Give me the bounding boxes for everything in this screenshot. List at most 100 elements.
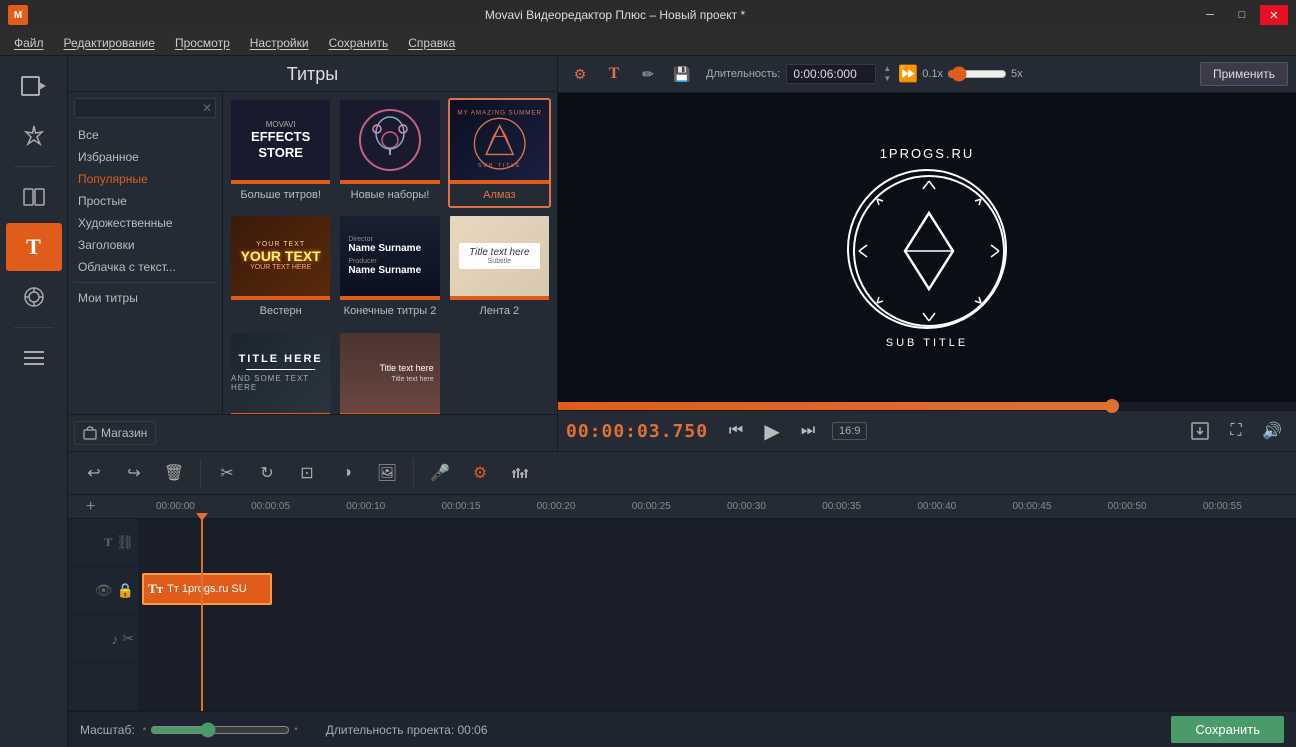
preview-content: 1PROGS.RU [558,93,1296,402]
preview-save-btn[interactable]: 💾 [668,60,696,88]
cat-popular[interactable]: Популярные [68,168,222,190]
cat-all[interactable]: Все [68,124,222,146]
search-clear-icon[interactable]: ✕ [202,101,212,115]
track-scissors-icon[interactable]: ✂ [122,630,134,647]
cat-favorites[interactable]: Избранное [68,146,222,168]
title-card-endcredits[interactable]: Director Name Surname Producer Name Surn… [338,214,441,324]
card-thumb-simpletext: Title text here Title text here [340,333,439,413]
track-link-icon[interactable]: ⛓ [116,534,134,551]
menu-view[interactable]: Просмотр [165,33,240,53]
volume-button[interactable]: 🔊 [1256,415,1288,447]
title-clip-label: Тт 1progs.ru SU [167,583,247,595]
preview-progress-fill [558,402,1112,410]
play-button[interactable]: ▶ [756,415,788,447]
mic-button[interactable]: 🎤 [422,455,458,491]
menubar: Файл Редактирование Просмотр Настройки С… [0,30,1296,56]
title-clip[interactable]: Тт Тт 1progs.ru SU [142,573,272,605]
export-button[interactable] [1184,415,1216,447]
titles-body: ✕ Все Избранное Популярные Простые Худож… [68,92,557,414]
scale-slider-container: ▪ ▪ [143,722,298,738]
timeline-area: + 00:00:00 00:00:05 00:00:10 00:00:15 00… [68,495,1296,711]
title-card-minimalism[interactable]: TITLE HERE AND SOME TEXT HERE Минимализм… [229,331,332,414]
duration-input[interactable] [786,64,876,84]
bottom-bar: Масштаб: ▪ ▪ Длительность проекта: 00:06… [68,711,1296,747]
undo-button[interactable]: ↩ [76,455,112,491]
sidebar-separator-1 [14,166,54,167]
speed-icon: ⏩ [898,64,918,84]
cat-artistic[interactable]: Художественные [68,212,222,234]
skip-back-button[interactable]: ⏮ [720,415,752,447]
duration-spin: ▲ ▼ [882,64,892,84]
toolbar-sep-2 [413,459,414,487]
audio-eq-button[interactable] [502,455,538,491]
scale-max-icon[interactable]: ▪ [294,724,298,735]
track-content-title[interactable]: Тт Тт 1progs.ru SU [138,567,1296,614]
scale-min-icon[interactable]: ▪ [143,724,147,735]
title-card-newsets[interactable]: Новые наборы! [338,98,441,208]
title-card-almas[interactable]: MY AMAZING SUMMER [448,98,551,208]
fullscreen-button[interactable]: ⛶ [1220,415,1252,447]
title-card-store[interactable]: MOVAVI EFFECTSSTORE Больше титров! [229,98,332,208]
track-content-text[interactable] [138,519,1296,566]
content-area: Титры ✕ Все Избранное Популярные Простые… [68,56,1296,747]
add-track-icon[interactable]: + [86,498,95,516]
crop-button[interactable]: ⊡ [289,455,325,491]
maximize-button[interactable]: □ [1228,5,1256,25]
cat-speech[interactable]: Облачка с текст... [68,256,222,278]
track-eye-icon[interactable]: 👁 [95,582,113,599]
color-button[interactable]: ◑ [329,455,365,491]
settings-button[interactable]: ⚙ [462,455,498,491]
title-card-simpletext[interactable]: Title text here Title text here Простой … [338,331,441,414]
duration-area: Длительность: ▲ ▼ ⏩ 0.1x 5x [706,64,1194,84]
upper-area: Титры ✕ Все Избранное Популярные Простые… [68,56,1296,451]
preview-text-btn[interactable]: T [600,60,628,88]
image-button[interactable]: 🖼 [369,455,405,491]
toolbar-sep-1 [200,459,201,487]
menu-help[interactable]: Справка [398,33,465,53]
shop-label: Магазин [101,426,147,440]
scale-slider[interactable] [150,722,290,738]
skip-forward-button[interactable]: ⏭ [792,415,824,447]
menu-settings[interactable]: Настройки [240,33,319,53]
app-icon: M [8,5,28,25]
sidebar-btn-video[interactable] [6,62,62,110]
close-button[interactable]: ✕ [1260,5,1288,25]
preview-diamond: 1PROGS.RU [847,146,1007,349]
save-button[interactable]: Сохранить [1171,716,1284,743]
cat-my[interactable]: Мои титры [68,287,222,309]
menu-edit[interactable]: Редактирование [54,33,165,53]
minimize-button[interactable]: ─ [1196,5,1224,25]
card-label-almas: Алмаз [450,184,549,206]
track-content-audio[interactable] [138,615,1296,662]
cat-headings[interactable]: Заголовки [68,234,222,256]
edit-toolbar: ↩ ↪ 🗑 ✂ ↻ ⊡ ◑ 🖼 🎤 ⚙ [68,451,1296,495]
redo-button[interactable]: ↪ [116,455,152,491]
preview-brush-btn[interactable]: ✏ [634,60,662,88]
title-card-tape2[interactable]: Title text here Subtitle Лента 2 [448,214,551,324]
cat-simple[interactable]: Простые [68,190,222,212]
menu-file[interactable]: Файл [4,33,54,53]
delete-button[interactable]: 🗑 [156,455,192,491]
sidebar-btn-filters[interactable] [6,273,62,321]
cut-button[interactable]: ✂ [209,455,245,491]
sidebar-btn-effects[interactable] [6,112,62,160]
menu-save[interactable]: Сохранить [319,33,399,53]
card-label-endcredits: Конечные титры 2 [340,300,439,322]
track-controls-audio: ♪ ✂ [68,630,138,647]
sidebar-btn-titles[interactable]: T [6,223,62,271]
title-card-western[interactable]: YOUR TEXT YOUR TEXT YOUR TEXT HERE Весте… [229,214,332,324]
apply-button[interactable]: Применить [1200,62,1288,86]
preview-gear-btn[interactable]: ⚙ [566,60,594,88]
track-lock-icon[interactable]: 🔒 [117,582,134,599]
preview-panel: ⚙ T ✏ 💾 Длительность: ▲ ▼ ⏩ 0.1x [558,56,1296,451]
preview-progress-thumb[interactable] [1105,399,1119,413]
sidebar-btn-transitions[interactable] [6,173,62,221]
preview-progress[interactable] [558,402,1296,410]
search-input[interactable] [74,98,216,118]
duration-up[interactable]: ▲ [882,64,892,74]
sidebar-btn-lines[interactable] [6,334,62,382]
rotate-button[interactable]: ↻ [249,455,285,491]
duration-down[interactable]: ▼ [882,74,892,84]
shop-button[interactable]: Магазин [74,421,156,445]
speed-slider[interactable] [947,66,1007,82]
